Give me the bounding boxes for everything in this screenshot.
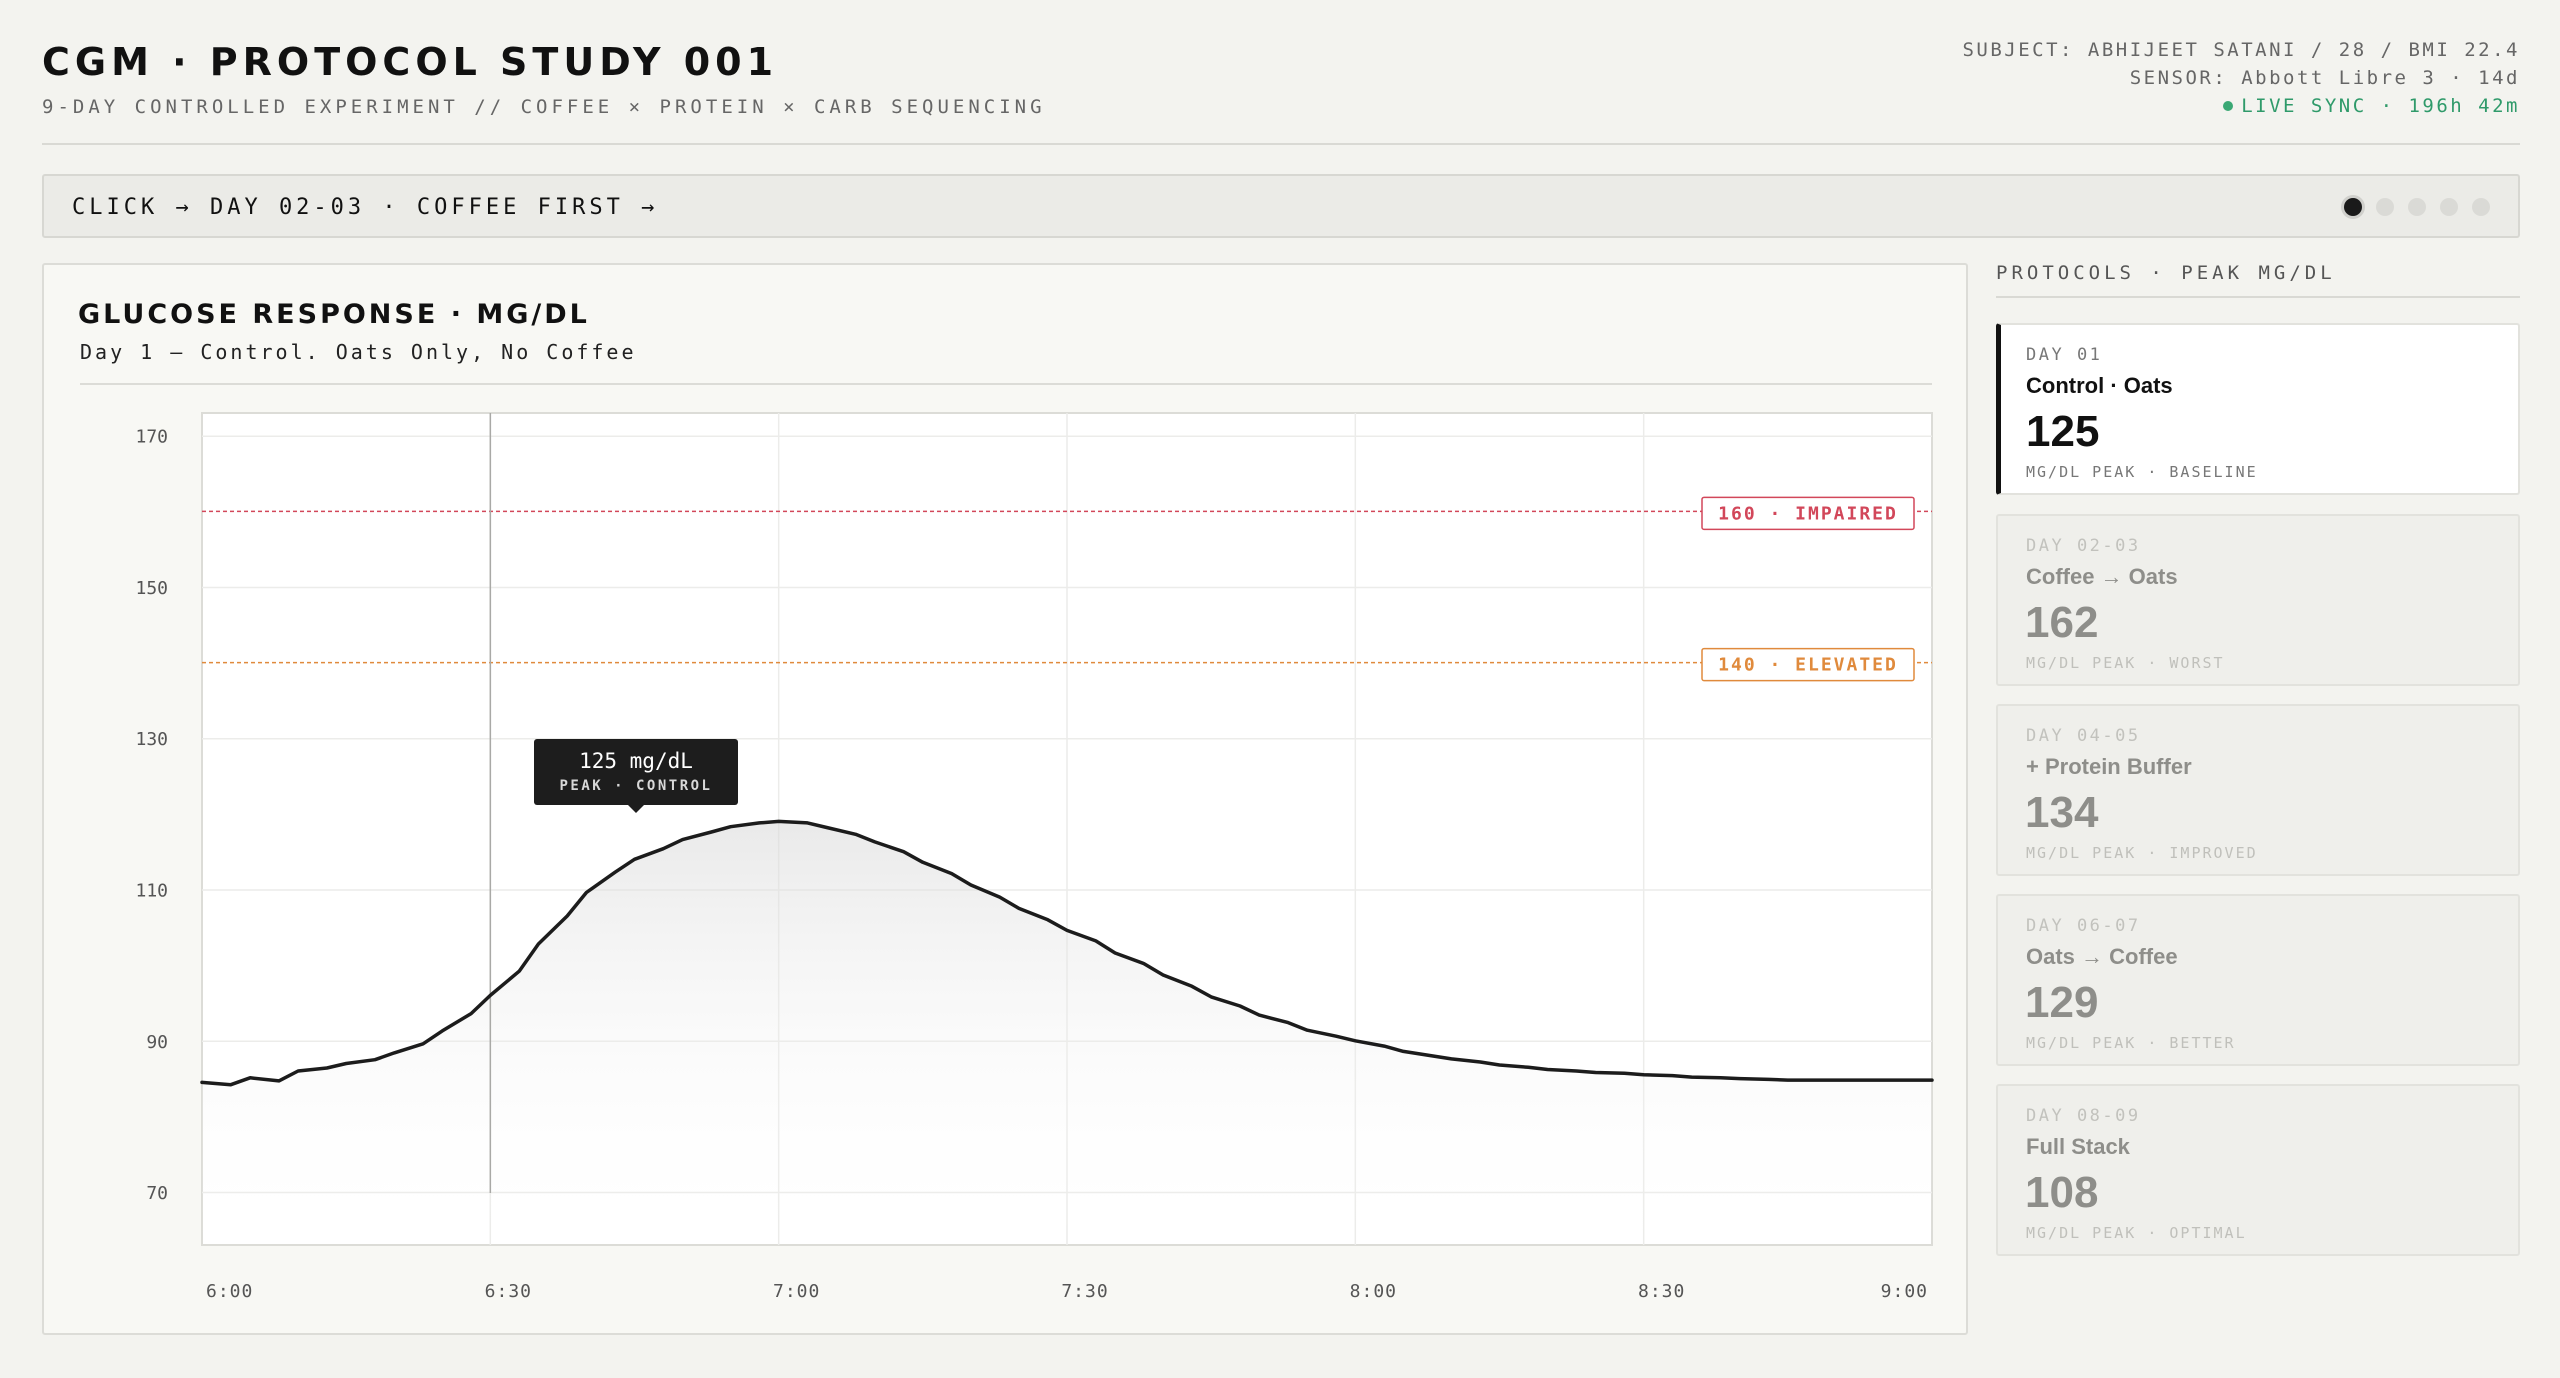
- subject-info: SUBJECT: ABHIJEET SATANI / 28 / BMI 22.4: [1962, 39, 2520, 61]
- x-tick-label: 8:00: [1350, 1281, 1397, 1302]
- card-day-label: DAY 08-09: [2026, 1106, 2141, 1126]
- card-day-label: DAY 06-07: [2026, 916, 2141, 936]
- x-tick-label: 7:30: [1061, 1281, 1108, 1302]
- glucose-chart[interactable]: 170 150 130 110 90 70 6:00 6:30 7:00 7:30 8:00 8:30…: [44, 265, 1970, 1337]
- card-peak-value: 108: [2025, 1168, 2099, 1217]
- card-protocol-name: Control · Oats: [2026, 373, 2173, 398]
- y-tick-label: 130: [135, 729, 168, 750]
- y-tick-label: 110: [135, 881, 168, 902]
- live-dot-icon: [2223, 101, 2234, 111]
- protocol-card-day-02-03[interactable]: DAY 02-03 Coffee → Oats 162 MG/DL PEAK ·…: [1996, 514, 2520, 686]
- pager-dot-3[interactable]: [2408, 198, 2426, 216]
- protocol-card-day-08-09[interactable]: DAY 08-09 Full Stack 108 MG/DL PEAK · OP…: [1996, 1084, 2520, 1256]
- card-peak-value: 162: [2025, 598, 2099, 647]
- card-peak-value: 125: [2026, 407, 2100, 456]
- next-protocol-bar[interactable]: CLICK → DAY 02-03 · COFFEE FIRST →: [42, 174, 2520, 238]
- card-peak-caption: MG/DL PEAK · BETTER: [2026, 1034, 2236, 1052]
- page-subtitle: 9-DAY CONTROLLED EXPERIMENT // COFFEE × …: [42, 96, 1046, 118]
- sidebar-header: PROTOCOLS · PEAK MG/DL: [1996, 262, 2520, 298]
- x-tick-label: 7:00: [773, 1281, 820, 1302]
- card-peak-value: 134: [2025, 788, 2099, 837]
- y-tick-label: 90: [146, 1032, 168, 1053]
- threshold-label: 160 · IMPAIRED: [1718, 503, 1898, 524]
- protocol-pager: [2344, 198, 2490, 216]
- live-sync-status: LIVE SYNC · 196h 42m: [1962, 92, 2520, 120]
- next-protocol-prompt[interactable]: CLICK → DAY 02-03 · COFFEE FIRST →: [72, 195, 658, 220]
- card-day-label: DAY 02-03: [2026, 536, 2141, 556]
- protocol-card-day-04-05[interactable]: DAY 04-05 + Protein Buffer 134 MG/DL PEA…: [1996, 704, 2520, 876]
- page-header: CGM · PROTOCOL STUDY 001 9-DAY CONTROLLE…: [42, 39, 2520, 145]
- card-protocol-name: Full Stack: [2026, 1134, 2130, 1159]
- card-day-label: DAY 01: [2026, 345, 2103, 365]
- card-protocol-name: Coffee → Oats: [2026, 564, 2178, 589]
- card-protocol-name: Oats → Coffee: [2026, 944, 2178, 969]
- sensor-info: SENSOR: Abbott Libre 3 · 14d: [2129, 67, 2520, 89]
- pager-dot-2[interactable]: [2376, 198, 2394, 216]
- pager-dot-1[interactable]: [2344, 198, 2362, 216]
- y-tick-label: 70: [146, 1183, 168, 1204]
- tooltip-value: 125 mg/dL: [579, 749, 693, 773]
- card-peak-caption: MG/DL PEAK · BASELINE: [2026, 463, 2258, 481]
- card-peak-caption: MG/DL PEAK · OPTIMAL: [2026, 1224, 2247, 1242]
- live-sync-text: LIVE SYNC · 196h 42m: [2241, 95, 2520, 117]
- card-peak-value: 129: [2025, 978, 2099, 1027]
- x-tick-label: 9:00: [1881, 1281, 1928, 1302]
- card-peak-caption: MG/DL PEAK · WORST: [2026, 654, 2225, 672]
- tooltip-label: PEAK · CONTROL: [559, 778, 712, 794]
- pager-dot-4[interactable]: [2440, 198, 2458, 216]
- y-tick-label: 150: [135, 578, 168, 599]
- pager-dot-5[interactable]: [2472, 198, 2490, 216]
- x-tick-label: 8:30: [1638, 1281, 1685, 1302]
- threshold-label: 140 · ELEVATED: [1718, 655, 1898, 676]
- protocol-card-day-06-07[interactable]: DAY 06-07 Oats → Coffee 129 MG/DL PEAK ·…: [1996, 894, 2520, 1066]
- peak-tooltip: 125 mg/dL PEAK · CONTROL: [534, 739, 738, 813]
- card-peak-caption: MG/DL PEAK · IMPROVED: [2026, 844, 2258, 862]
- subject-meta: SUBJECT: ABHIJEET SATANI / 28 / BMI 22.4…: [1962, 36, 2520, 120]
- card-protocol-name: + Protein Buffer: [2026, 754, 2192, 779]
- page-title: CGM · PROTOCOL STUDY 001: [42, 40, 779, 84]
- protocol-card-day-01[interactable]: DAY 01 Control · Oats 125 MG/DL PEAK · B…: [1996, 323, 2520, 495]
- x-tick-label: 6:30: [485, 1281, 532, 1302]
- y-tick-label: 170: [135, 427, 168, 448]
- x-tick-label: 6:00: [206, 1281, 253, 1302]
- card-day-label: DAY 04-05: [2026, 726, 2141, 746]
- chart-panel: GLUCOSE RESPONSE · MG/DL Day 1 — Control…: [42, 263, 1968, 1335]
